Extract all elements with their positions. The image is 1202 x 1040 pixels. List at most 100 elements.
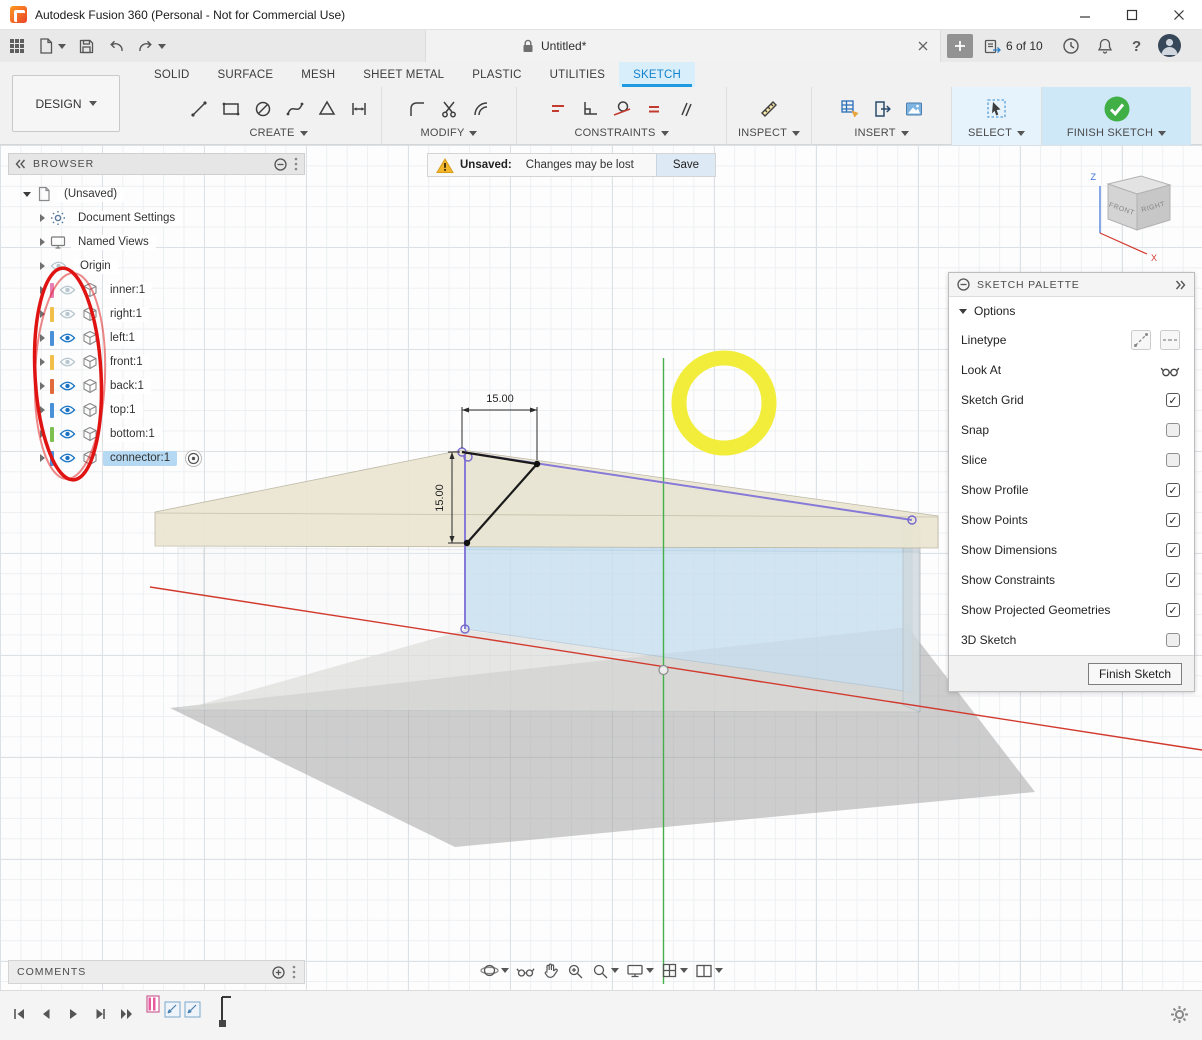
front-glass-face[interactable] bbox=[178, 548, 920, 712]
workspace-selector[interactable]: DESIGN bbox=[12, 75, 120, 132]
zoom-window-icon[interactable] bbox=[566, 962, 584, 980]
sketch-grid-checkbox[interactable] bbox=[1166, 393, 1180, 407]
expand-arrow-icon[interactable] bbox=[23, 192, 31, 197]
step-back-icon[interactable] bbox=[35, 1003, 57, 1025]
browser-item-right[interactable]: right:1 bbox=[8, 302, 305, 326]
options-section-header[interactable]: Options bbox=[949, 297, 1194, 325]
select-menu[interactable]: SELECT bbox=[968, 127, 1025, 139]
browser-item-left[interactable]: left:1 bbox=[8, 326, 305, 350]
expand-panel-icon[interactable] bbox=[1175, 280, 1186, 290]
create-menu[interactable]: CREATE bbox=[249, 127, 307, 139]
horizontal-vertical-constraint-icon[interactable] bbox=[544, 95, 571, 122]
browser-item-named-views[interactable]: Named Views bbox=[8, 230, 305, 254]
show-projected-geometries-checkbox[interactable] bbox=[1166, 603, 1180, 617]
timeline-position-slider[interactable] bbox=[218, 995, 234, 1029]
sketch-dimension-icon[interactable] bbox=[345, 95, 372, 122]
show-constraints-checkbox[interactable] bbox=[1166, 573, 1180, 587]
look-at-icon[interactable] bbox=[1160, 362, 1180, 378]
go-to-end-icon[interactable] bbox=[116, 1003, 138, 1025]
history-clock-icon[interactable] bbox=[1062, 30, 1080, 62]
visibility-eye-icon[interactable] bbox=[59, 452, 77, 464]
fillet-tool-icon[interactable] bbox=[404, 95, 431, 122]
inspect-menu[interactable]: INSPECT bbox=[738, 127, 800, 139]
tab-close-icon[interactable] bbox=[915, 38, 931, 54]
collapse-panel-icon[interactable] bbox=[15, 159, 26, 169]
rectangle-tool-icon[interactable] bbox=[217, 95, 244, 122]
file-menu-icon[interactable] bbox=[34, 33, 69, 59]
comments-panel[interactable]: COMMENTS bbox=[8, 960, 305, 984]
grid-display-icon[interactable] bbox=[661, 962, 688, 979]
trim-tool-icon[interactable] bbox=[436, 95, 463, 122]
expand-arrow-icon[interactable] bbox=[40, 238, 45, 246]
finish-sketch-icon[interactable] bbox=[1101, 93, 1133, 125]
browser-item-front[interactable]: front:1 bbox=[8, 350, 305, 374]
notifications-bell-icon[interactable] bbox=[1096, 30, 1114, 62]
visibility-eye-icon[interactable] bbox=[59, 428, 77, 440]
save-icon[interactable] bbox=[75, 33, 98, 59]
activate-component-icon[interactable] bbox=[185, 450, 202, 467]
browser-item-bottom[interactable]: bottom:1 bbox=[8, 422, 305, 446]
tab-sketch[interactable]: SKETCH bbox=[619, 62, 695, 87]
tangent-constraint-icon[interactable] bbox=[608, 95, 635, 122]
go-to-start-icon[interactable] bbox=[8, 1003, 30, 1025]
tab-sheet-metal[interactable]: SHEET METAL bbox=[349, 62, 458, 87]
view-cube[interactable]: FRONT RIGHT Z X bbox=[1075, 155, 1200, 270]
orbit-icon[interactable] bbox=[480, 961, 509, 980]
display-settings-icon[interactable] bbox=[626, 962, 654, 979]
timeline-sketch-feature-icon[interactable] bbox=[164, 1001, 181, 1018]
show-dimensions-checkbox[interactable] bbox=[1166, 543, 1180, 557]
construction-line-icon[interactable] bbox=[1131, 330, 1151, 350]
new-tab-button[interactable] bbox=[947, 34, 973, 58]
tab-solid[interactable]: SOLID bbox=[140, 62, 204, 87]
browser-item-connector[interactable]: connector:1 bbox=[8, 446, 305, 470]
offset-tool-icon[interactable] bbox=[468, 95, 495, 122]
measure-tool-icon[interactable] bbox=[756, 95, 783, 122]
show-points-checkbox[interactable] bbox=[1166, 513, 1180, 527]
sketch-point[interactable] bbox=[464, 540, 470, 546]
app-grid-icon[interactable] bbox=[6, 33, 28, 59]
look-at-icon[interactable] bbox=[516, 963, 535, 978]
polygon-tool-icon[interactable] bbox=[313, 95, 340, 122]
viewports-icon[interactable] bbox=[695, 963, 723, 979]
visibility-eye-icon[interactable] bbox=[59, 332, 77, 344]
centerline-icon[interactable] bbox=[1160, 330, 1180, 350]
browser-item-origin[interactable]: Origin bbox=[8, 254, 305, 278]
pan-icon[interactable] bbox=[542, 962, 559, 979]
finish-sketch-menu[interactable]: FINISH SKETCH bbox=[1067, 127, 1166, 139]
day-pass-badge[interactable]: 6 of 10 bbox=[984, 30, 1043, 62]
modify-menu[interactable]: MODIFY bbox=[421, 127, 478, 139]
play-icon[interactable] bbox=[62, 1003, 84, 1025]
expand-arrow-icon[interactable] bbox=[40, 454, 45, 462]
expand-arrow-icon[interactable] bbox=[40, 334, 45, 342]
user-avatar[interactable] bbox=[1158, 34, 1181, 57]
expand-arrow-icon[interactable] bbox=[40, 358, 45, 366]
timeline-group-marker[interactable] bbox=[146, 995, 161, 1015]
tab-surface[interactable]: SURFACE bbox=[204, 62, 288, 87]
expand-arrow-icon[interactable] bbox=[40, 406, 45, 414]
expand-arrow-icon[interactable] bbox=[40, 382, 45, 390]
close-button[interactable] bbox=[1155, 0, 1202, 29]
insert-table-icon[interactable] bbox=[836, 95, 863, 122]
dimension-value[interactable]: 15.00 bbox=[434, 484, 446, 512]
tab-mesh[interactable]: MESH bbox=[287, 62, 349, 87]
visibility-eye-icon[interactable] bbox=[59, 380, 77, 392]
perpendicular-constraint-icon[interactable] bbox=[576, 95, 603, 122]
equal-constraint-icon[interactable] bbox=[640, 95, 667, 122]
select-tool-icon[interactable] bbox=[983, 95, 1010, 122]
visibility-eye-icon[interactable] bbox=[59, 404, 77, 416]
palette-options-icon[interactable] bbox=[957, 278, 970, 291]
insert-canvas-image-icon[interactable] bbox=[900, 95, 927, 122]
tab-utilities[interactable]: UTILITIES bbox=[536, 62, 619, 87]
browser-options-icon[interactable] bbox=[274, 158, 287, 171]
3d-sketch-checkbox[interactable] bbox=[1166, 633, 1180, 647]
panel-grip-icon[interactable] bbox=[294, 157, 298, 171]
visibility-eye-icon[interactable] bbox=[59, 284, 77, 296]
line-tool-icon[interactable] bbox=[185, 95, 212, 122]
maximize-button[interactable] bbox=[1108, 0, 1155, 29]
slice-checkbox[interactable] bbox=[1166, 453, 1180, 467]
help-icon[interactable]: ? bbox=[1132, 30, 1141, 62]
insert-derive-icon[interactable] bbox=[868, 95, 895, 122]
spline-tool-icon[interactable] bbox=[281, 95, 308, 122]
save-button[interactable]: Save bbox=[656, 154, 715, 176]
browser-header[interactable]: BROWSER bbox=[8, 153, 305, 175]
